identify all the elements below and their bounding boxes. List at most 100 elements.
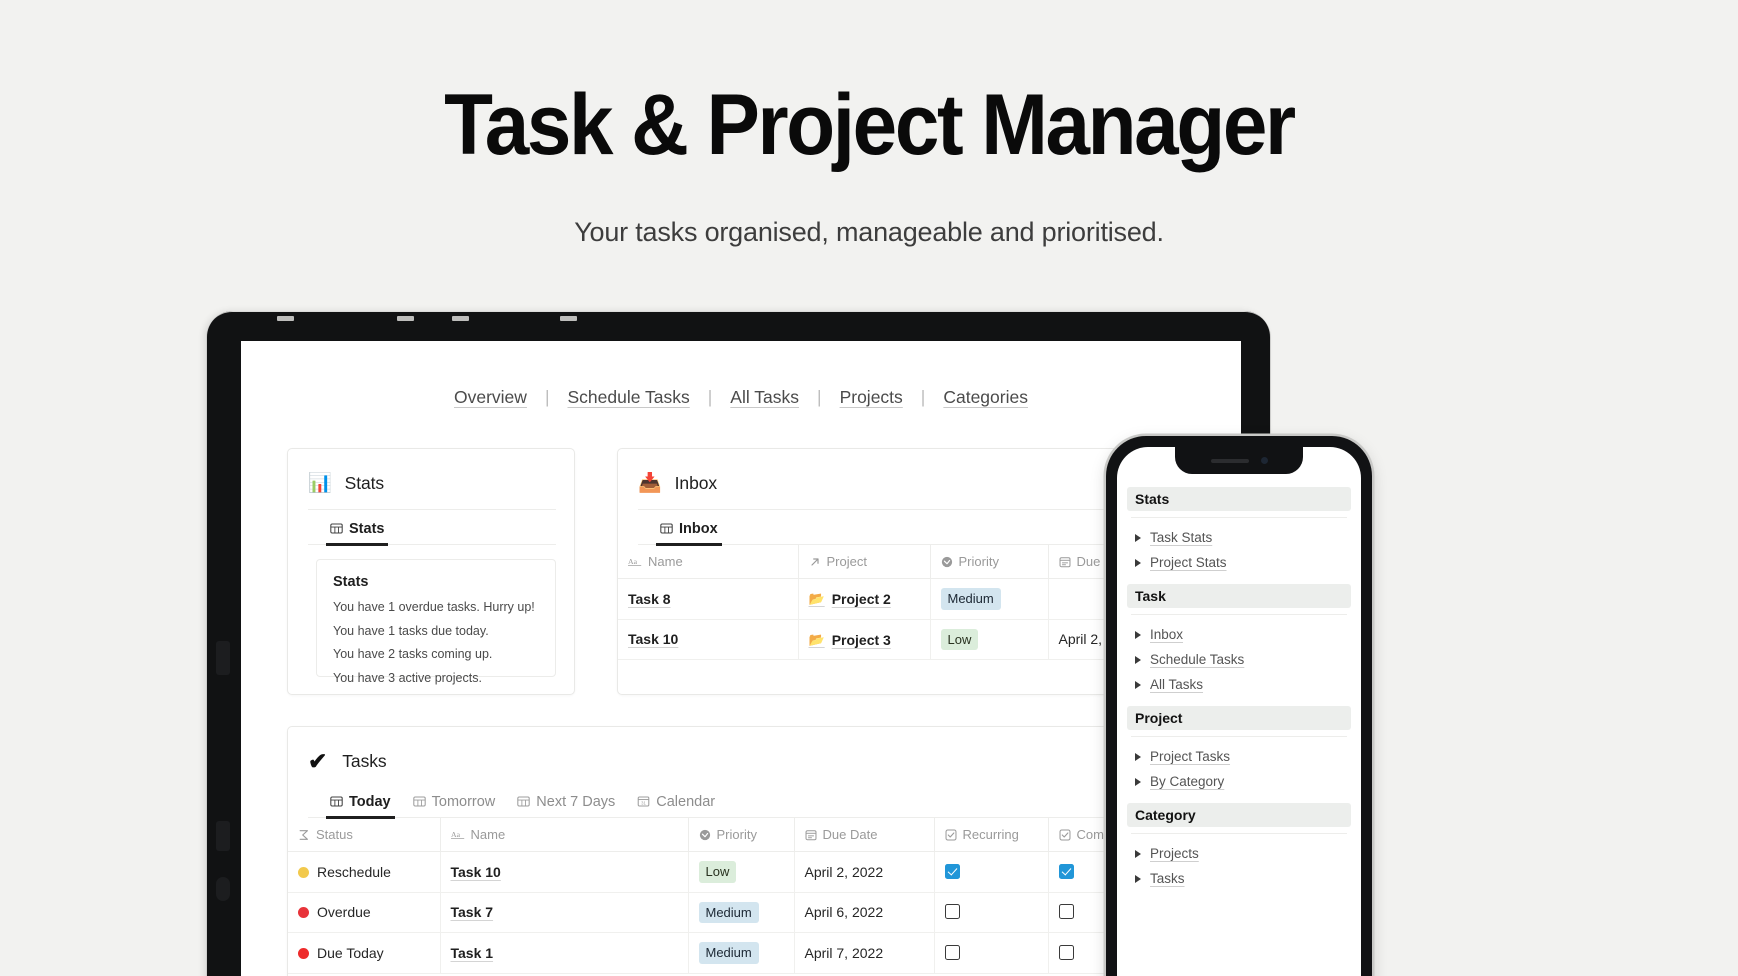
triangle-right-icon bbox=[1135, 874, 1141, 883]
tab-inbox-label: Inbox bbox=[679, 520, 718, 537]
complete-checkbox[interactable] bbox=[1058, 944, 1074, 960]
recurring-checkbox[interactable] bbox=[944, 863, 960, 879]
column-header-status[interactable]: Status bbox=[288, 818, 441, 852]
table-row[interactable]: Overdue Task 7 Medium April 6, 2022 bbox=[288, 892, 1196, 934]
column-header-project[interactable]: Project bbox=[798, 545, 931, 579]
tablet-side-button-lower bbox=[216, 821, 230, 851]
cell-due-date[interactable]: April 7, 2022 bbox=[794, 932, 935, 974]
cell-name[interactable]: Task 10 bbox=[618, 619, 799, 661]
cell-name[interactable]: Task 8 bbox=[618, 578, 799, 620]
tab-next-7-days-label: Next 7 Days bbox=[536, 793, 616, 810]
nav-link-schedule-tasks[interactable]: Schedule Tasks bbox=[567, 387, 689, 408]
column-header-name[interactable]: Aa Name bbox=[618, 545, 799, 579]
cell-priority[interactable]: Low bbox=[930, 619, 1049, 661]
stats-card-title: Stats bbox=[344, 473, 385, 493]
column-header-due-date[interactable]: Due Date bbox=[794, 818, 935, 852]
task-link[interactable]: Task 1 bbox=[451, 945, 494, 961]
column-header-priority[interactable]: Priority bbox=[688, 818, 795, 852]
calendar-icon: 31 bbox=[637, 795, 650, 808]
sidebar-section-heading-category: Category bbox=[1127, 803, 1351, 827]
recurring-checkbox[interactable] bbox=[944, 904, 960, 920]
dashboard-cards-row: 📊 Stats Stats Stats You have 1 overdue t… bbox=[241, 408, 1241, 695]
tab-stats[interactable]: Stats bbox=[325, 521, 389, 546]
triangle-right-icon bbox=[1135, 558, 1141, 567]
cell-due-date[interactable]: April 6, 2022 bbox=[794, 892, 935, 934]
task-link[interactable]: Task 10 bbox=[628, 631, 678, 647]
stats-line: You have 1 overdue tasks. Hurry up! bbox=[333, 600, 535, 614]
page-subtitle: Your tasks organised, manageable and pri… bbox=[574, 217, 1164, 247]
nav-link-overview[interactable]: Overview bbox=[454, 387, 527, 408]
task-link[interactable]: Task 7 bbox=[451, 904, 494, 920]
sidebar-item-label: All Tasks bbox=[1150, 677, 1204, 692]
task-link[interactable]: Task 10 bbox=[451, 864, 501, 880]
project-link[interactable]: 📂 Project 3 bbox=[809, 632, 891, 648]
column-header-name-label: Name bbox=[470, 827, 506, 842]
sidebar-section-heading-project: Project bbox=[1127, 706, 1351, 730]
nav-link-projects[interactable]: Projects bbox=[840, 387, 903, 408]
cell-project[interactable]: 📂 Project 3 bbox=[798, 619, 931, 661]
inbox-tray-icon: 📥 bbox=[638, 473, 662, 494]
cell-priority[interactable]: Medium bbox=[688, 892, 795, 934]
cell-priority[interactable]: Medium bbox=[688, 932, 795, 974]
status-dot bbox=[298, 907, 309, 919]
svg-text:Aa: Aa bbox=[451, 830, 461, 839]
sidebar-item-by-category[interactable]: By Category bbox=[1127, 769, 1351, 794]
sidebar-item-inbox[interactable]: Inbox bbox=[1127, 622, 1351, 647]
cell-status[interactable]: Due Today bbox=[288, 932, 441, 974]
cell-priority[interactable]: Medium bbox=[930, 578, 1049, 620]
sidebar-item-project-tasks[interactable]: Project Tasks bbox=[1127, 744, 1351, 769]
cell-name[interactable]: Task 10 bbox=[440, 851, 689, 893]
inbox-card-tabstrip: Inbox bbox=[638, 510, 1174, 546]
sidebar-item-all-tasks[interactable]: All Tasks bbox=[1127, 672, 1351, 697]
complete-checkbox[interactable] bbox=[1058, 904, 1074, 920]
table-row[interactable]: Due Today Task 1 Medium April 7, 2022 bbox=[288, 932, 1196, 974]
cell-recurring[interactable] bbox=[934, 932, 1049, 974]
table-row[interactable]: Reschedule Task 10 Low April 2, 2022 bbox=[288, 851, 1196, 893]
nav-separator: | bbox=[920, 387, 926, 407]
stats-card: 📊 Stats Stats Stats You have 1 overdue t… bbox=[287, 448, 575, 695]
stats-line: You have 3 active projects. bbox=[333, 670, 482, 685]
tab-inbox[interactable]: Inbox bbox=[656, 520, 722, 546]
tab-next-7-days[interactable]: Next 7 Days bbox=[517, 794, 615, 818]
tab-today[interactable]: Today bbox=[326, 794, 395, 819]
tab-tomorrow[interactable]: Tomorrow bbox=[412, 793, 496, 818]
select-icon bbox=[699, 829, 711, 841]
svg-text:31: 31 bbox=[641, 801, 646, 806]
project-link[interactable]: 📂 Project 2 bbox=[809, 591, 891, 607]
stats-summary-box: Stats You have 1 overdue tasks. Hurry up… bbox=[316, 559, 556, 684]
cell-status[interactable]: Overdue bbox=[288, 892, 441, 934]
nav-link-all-tasks[interactable]: All Tasks bbox=[730, 387, 799, 408]
sidebar-item-tasks[interactable]: Tasks bbox=[1127, 866, 1351, 891]
cell-recurring[interactable] bbox=[934, 892, 1049, 934]
tab-tomorrow-label: Tomorrow bbox=[431, 793, 496, 810]
cell-status[interactable]: Reschedule bbox=[288, 851, 441, 893]
sidebar-item-projects[interactable]: Projects bbox=[1127, 841, 1351, 866]
column-header-recurring[interactable]: Recurring bbox=[934, 818, 1049, 852]
triangle-right-icon bbox=[1135, 533, 1141, 542]
tab-calendar[interactable]: 31 Calendar bbox=[637, 794, 715, 818]
tablet-side-button-bottom bbox=[216, 877, 230, 901]
divider bbox=[1131, 736, 1347, 737]
cell-project[interactable]: 📂 Project 2 bbox=[798, 578, 931, 620]
sidebar-item-schedule-tasks[interactable]: Schedule Tasks bbox=[1127, 647, 1351, 672]
cell-name[interactable]: Task 1 bbox=[440, 932, 689, 974]
sidebar-item-project-stats[interactable]: Project Stats bbox=[1127, 550, 1351, 575]
complete-checkbox[interactable] bbox=[1058, 863, 1074, 879]
task-link[interactable]: Task 8 bbox=[628, 591, 671, 607]
column-header-priority[interactable]: Priority bbox=[930, 545, 1049, 579]
cell-priority[interactable]: Low bbox=[688, 851, 795, 893]
main-navigation: Overview | Schedule Tasks | All Tasks | … bbox=[241, 341, 1241, 408]
cell-recurring[interactable] bbox=[934, 851, 1049, 893]
cell-due-date[interactable]: April 2, 2022 bbox=[794, 851, 935, 893]
nav-link-categories[interactable]: Categories bbox=[943, 387, 1028, 408]
status-label: Due Today bbox=[317, 944, 384, 961]
tab-calendar-label: Calendar bbox=[656, 793, 716, 810]
priority-badge: Medium bbox=[698, 942, 759, 964]
recurring-checkbox[interactable] bbox=[944, 944, 960, 960]
sidebar-item-label: Projects bbox=[1150, 846, 1199, 861]
column-header-due-date-label: Due Date bbox=[822, 827, 878, 842]
checkbox-icon bbox=[1059, 829, 1071, 841]
sidebar-item-task-stats[interactable]: Task Stats bbox=[1127, 525, 1351, 550]
column-header-name[interactable]: Aa Name bbox=[440, 818, 689, 852]
cell-name[interactable]: Task 7 bbox=[440, 892, 689, 934]
